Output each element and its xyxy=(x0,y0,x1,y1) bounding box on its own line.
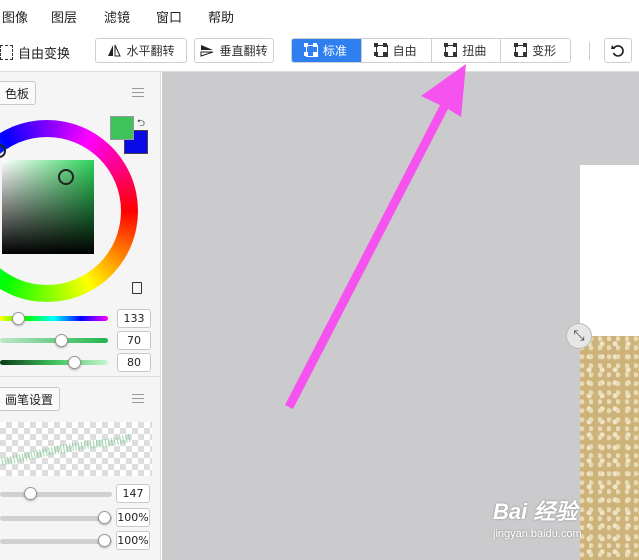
brush-size-value[interactable]: 147 xyxy=(116,484,150,503)
flip-vertical-icon xyxy=(200,45,214,57)
transform-toolbar: 自由变换 水平翻转 垂直翻转 标准 自由 扭曲 变形 xyxy=(0,30,639,72)
hue-slider-knob[interactable] xyxy=(12,312,25,325)
mode-distort-button[interactable]: 扭曲 xyxy=(431,39,502,62)
toolbar-divider xyxy=(589,42,590,60)
image-layer-white[interactable] xyxy=(580,165,639,336)
mode-standard-label: 标准 xyxy=(322,44,347,58)
reset-button[interactable] xyxy=(604,38,632,63)
menu-bar: 图像 图层 滤镜 窗口 帮助 xyxy=(0,0,639,30)
watermark-logo: Bai 经验 xyxy=(493,499,578,524)
left-panel: 色板 ⮌ 133 70 80 画笔设置 147 100% 100% xyxy=(0,72,161,560)
mode-free-label: 自由 xyxy=(392,44,417,58)
brush-opacity-knob[interactable] xyxy=(98,511,111,524)
brush-size-knob[interactable] xyxy=(24,487,37,500)
brush-settings-tab[interactable]: 画笔设置 xyxy=(0,387,61,411)
rotate-reset-icon xyxy=(611,44,624,57)
free-mode-icon xyxy=(374,43,388,57)
marquee-icon xyxy=(0,45,13,60)
panel-divider xyxy=(0,376,160,377)
brush-flow-slider[interactable] xyxy=(0,539,112,544)
brush-stroke-preview xyxy=(1,434,131,466)
free-transform-option[interactable]: 自由变换 xyxy=(0,43,70,62)
flip-vertical-label: 垂直翻转 xyxy=(219,44,268,58)
baidu-watermark: Bai 经验 jingyan.baidu.com xyxy=(493,494,582,540)
foreground-color-swatch[interactable] xyxy=(110,116,134,140)
document-icon[interactable] xyxy=(132,282,142,294)
free-transform-label: 自由变换 xyxy=(18,47,71,62)
brush-opacity-slider[interactable] xyxy=(0,516,112,521)
flip-horizontal-button[interactable]: 水平翻转 xyxy=(95,38,187,63)
brush-flow-knob[interactable] xyxy=(98,534,111,547)
saturation-value-picker[interactable] xyxy=(2,160,94,254)
swap-colors-icon[interactable]: ⮌ xyxy=(137,116,145,133)
lightness-slider-knob[interactable] xyxy=(68,356,81,369)
mode-distort-label: 扭曲 xyxy=(462,44,487,58)
saturation-value[interactable]: 70 xyxy=(117,331,151,350)
color-picker-cursor[interactable] xyxy=(58,169,74,185)
flip-horizontal-label: 水平翻转 xyxy=(126,44,175,58)
standard-mode-icon xyxy=(304,43,318,57)
menu-help[interactable]: 帮助 xyxy=(208,7,234,26)
brush-size-slider[interactable] xyxy=(0,492,112,497)
swatch-tab[interactable]: 色板 xyxy=(0,81,37,105)
warp-mode-icon xyxy=(513,43,528,57)
brush-opacity-value[interactable]: 100% xyxy=(116,508,150,527)
menu-layer[interactable]: 图层 xyxy=(51,7,77,26)
mode-standard-button[interactable]: 标准 xyxy=(292,39,362,62)
saturation-slider[interactable] xyxy=(0,338,108,343)
resize-handle-icon[interactable]: ⤡ xyxy=(566,323,592,349)
transform-mode-group: 标准 自由 扭曲 变形 xyxy=(291,38,571,63)
brush-preview xyxy=(0,422,152,476)
menu-filter[interactable]: 滤镜 xyxy=(104,7,130,26)
image-layer-texture[interactable] xyxy=(580,336,639,560)
lightness-value[interactable]: 80 xyxy=(117,353,151,372)
swatch-menu-icon[interactable] xyxy=(132,88,144,97)
brush-menu-icon[interactable] xyxy=(132,394,144,403)
hue-value[interactable]: 133 xyxy=(117,309,151,328)
saturation-slider-knob[interactable] xyxy=(55,334,68,347)
flip-horizontal-icon xyxy=(108,44,122,57)
brush-flow-value[interactable]: 100% xyxy=(116,531,150,550)
mode-warp-button[interactable]: 变形 xyxy=(501,39,570,62)
mode-free-button[interactable]: 自由 xyxy=(361,39,432,62)
distort-mode-icon xyxy=(443,43,458,57)
lightness-slider[interactable] xyxy=(0,360,108,365)
menu-window[interactable]: 窗口 xyxy=(156,7,182,26)
canvas-area[interactable] xyxy=(162,72,639,560)
watermark-url: jingyan.baidu.com xyxy=(493,528,582,540)
mode-warp-label: 变形 xyxy=(532,44,557,58)
menu-image[interactable]: 图像 xyxy=(2,7,28,26)
flip-vertical-button[interactable]: 垂直翻转 xyxy=(194,38,274,63)
